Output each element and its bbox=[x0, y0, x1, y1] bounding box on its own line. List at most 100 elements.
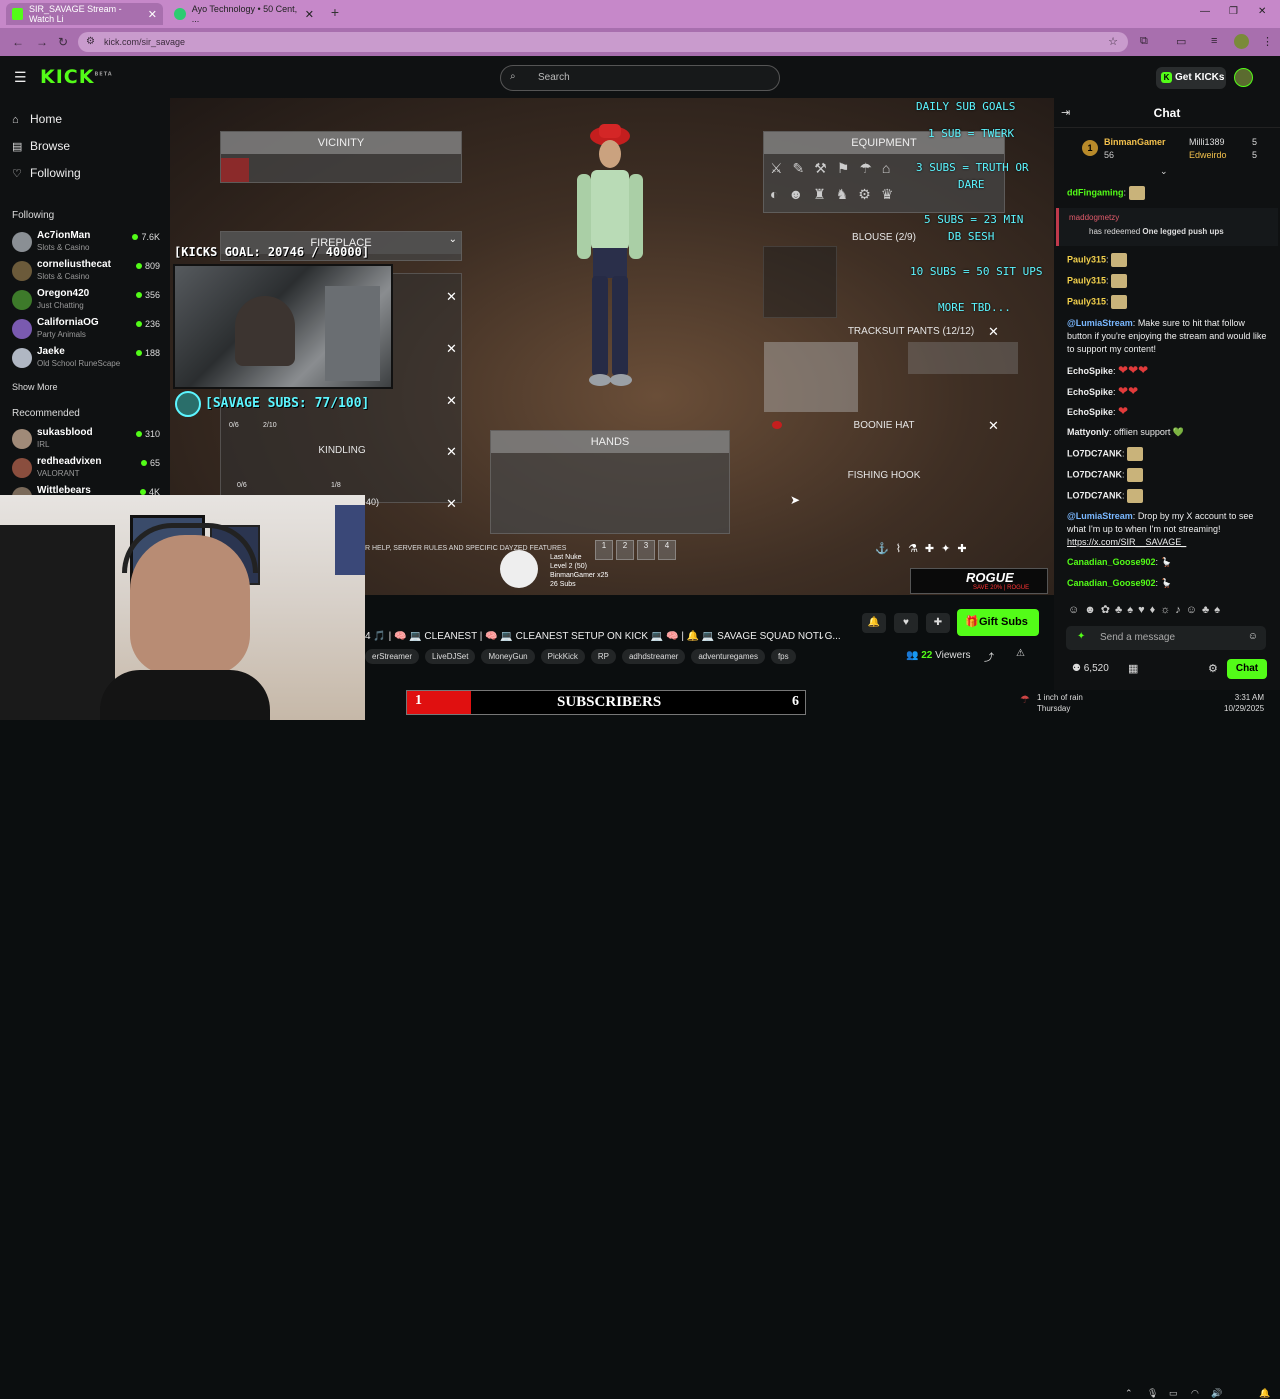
channel-item[interactable]: sukasblood IRL 310 bbox=[12, 427, 160, 453]
wifi-icon[interactable]: ◠ bbox=[1191, 1388, 1199, 1399]
chevron-up-icon[interactable]: ⌃ bbox=[1125, 1388, 1133, 1399]
chat-username[interactable]: Pauly315 bbox=[1067, 254, 1106, 264]
chat-username[interactable]: @LumiaStream bbox=[1067, 511, 1133, 521]
tag[interactable]: MoneyGun bbox=[481, 649, 535, 664]
chat-username[interactable]: @LumiaStream bbox=[1067, 318, 1133, 328]
tag[interactable]: erStreamer bbox=[365, 649, 420, 664]
share-icon[interactable]: ⤴ bbox=[984, 649, 994, 664]
close-tab-icon[interactable]: ✕ bbox=[148, 8, 157, 21]
browser-tab-kick[interactable]: SIR_SAVAGE Stream - Watch Li ✕ bbox=[6, 3, 163, 25]
new-tab-button[interactable]: + bbox=[327, 5, 343, 21]
report-icon[interactable]: ⚠ bbox=[1016, 648, 1025, 659]
chat-message-input[interactable]: ✦ Send a message ☺ bbox=[1066, 626, 1266, 650]
settings-gear-icon[interactable]: ⚙ bbox=[1208, 662, 1218, 675]
viewer-count: 809 bbox=[135, 261, 160, 271]
sub-goal-line: 1 SUB = TWERK bbox=[928, 127, 1015, 140]
forward-icon[interactable]: → bbox=[36, 35, 48, 49]
system-clock[interactable]: 3:31 AM 10/29/2025 bbox=[1224, 692, 1264, 714]
chat-username[interactable]: EchoSpike bbox=[1067, 407, 1113, 417]
chat-username[interactable]: EchoSpike bbox=[1067, 366, 1113, 376]
channel-item[interactable]: CaliforniaOG Party Animals 236 bbox=[12, 317, 160, 343]
cast-icon[interactable]: ▭ bbox=[1176, 35, 1186, 48]
hamburger-menu-icon[interactable]: ☰ bbox=[14, 69, 27, 86]
notifications-bell-button[interactable]: 🔔 bbox=[862, 613, 886, 633]
browser-tab-music[interactable]: Ayo Technology • 50 Cent, ... ✕ bbox=[168, 3, 320, 25]
emote-icon bbox=[1111, 274, 1128, 288]
chat-message: @LumiaStream: Make sure to hit that foll… bbox=[1067, 318, 1267, 354]
nuke-line: BinmanGamer x25 bbox=[550, 572, 609, 579]
send-chat-button[interactable]: Chat bbox=[1227, 659, 1267, 679]
user-avatar[interactable] bbox=[1234, 68, 1253, 87]
chat-title: Chat bbox=[1054, 98, 1280, 128]
channel-item[interactable]: Jaeke Old School RuneScape 188 bbox=[12, 346, 160, 372]
chevron-down-icon[interactable]: ⌄ bbox=[1160, 166, 1168, 177]
sidebar-item-browse[interactable]: ▤ Browse bbox=[12, 139, 70, 153]
chat-username[interactable]: LO7DC7ANK bbox=[1067, 490, 1122, 500]
sidebar-item-following[interactable]: ♡ Following bbox=[12, 166, 81, 180]
tag[interactable]: adhdstreamer bbox=[621, 649, 686, 664]
microphone-icon[interactable]: 🎙 bbox=[1147, 1388, 1158, 1399]
tracksuit-items bbox=[764, 342, 858, 412]
chat-username[interactable]: Mattyonly bbox=[1067, 427, 1109, 437]
get-kicks-button[interactable]: K Get KICKs bbox=[1156, 67, 1226, 89]
channel-item[interactable]: Ac7ionMan Slots & Casino 7.6K bbox=[12, 230, 160, 256]
maximize-icon[interactable]: ❐ bbox=[1229, 6, 1238, 17]
kick-logo[interactable]: KICKBETA bbox=[40, 66, 113, 88]
channel-item[interactable]: Wittlebears 4K bbox=[12, 485, 160, 495]
volume-icon[interactable]: 🔊 bbox=[1211, 1388, 1222, 1399]
chat-username[interactable]: LO7DC7ANK bbox=[1067, 469, 1122, 479]
menu-kebab-icon[interactable]: ⋮ bbox=[1262, 35, 1273, 48]
calendar-icon[interactable]: ▦ bbox=[1128, 662, 1138, 675]
url-field[interactable]: ⚙ kick.com/sir_savage ☆ bbox=[78, 32, 1128, 52]
notification-icon[interactable]: 🔔 bbox=[1259, 1388, 1270, 1399]
emote-icon bbox=[1127, 489, 1144, 503]
profile-avatar-icon[interactable] bbox=[1234, 34, 1249, 49]
hotbar-slot: 3 bbox=[637, 540, 655, 560]
chat-message: LO7DC7ANK: bbox=[1067, 447, 1272, 461]
emoji-icon[interactable]: ☺ bbox=[1248, 631, 1258, 642]
extensions-icon[interactable]: ⧉ bbox=[1140, 35, 1148, 48]
close-tab-icon[interactable]: ✕ bbox=[305, 8, 314, 21]
avatar bbox=[12, 232, 32, 252]
skull-logo-icon bbox=[175, 391, 201, 417]
chat-username[interactable]: Pauly315 bbox=[1067, 275, 1106, 285]
sidebar-item-home[interactable]: ⌂ Home bbox=[12, 112, 62, 126]
bookmark-star-icon[interactable]: ☆ bbox=[1108, 35, 1118, 48]
tag[interactable]: LiveDJSet bbox=[425, 649, 476, 664]
network-icon[interactable]: ▭ bbox=[1169, 1388, 1178, 1399]
savage-subs-overlay: [SAVAGE SUBS: 77/100] bbox=[205, 396, 370, 411]
chat-username[interactable]: Pauly315 bbox=[1067, 296, 1106, 306]
tag[interactable]: PickKick bbox=[540, 649, 585, 664]
chat-username[interactable]: ddFingaming bbox=[1067, 187, 1124, 197]
chat-username[interactable]: EchoSpike bbox=[1067, 387, 1113, 397]
follow-button[interactable]: ♥ bbox=[894, 613, 918, 633]
weather-widget[interactable]: 1 inch of rain Thursday bbox=[1037, 692, 1083, 714]
show-more-link[interactable]: Show More bbox=[12, 382, 58, 392]
channel-category: Slots & Casino bbox=[37, 272, 90, 281]
reload-icon[interactable]: ↻ bbox=[58, 35, 68, 49]
chat-link[interactable]: https://x.com/SIR__SAVAGE_ bbox=[1067, 536, 1272, 549]
clip-button[interactable]: ✚ bbox=[926, 613, 950, 633]
top-gifter-count: 56 bbox=[1104, 150, 1115, 160]
chevron-down-icon[interactable]: ⌄ bbox=[817, 631, 825, 642]
chat-username[interactable]: Canadian_Goose902 bbox=[1067, 578, 1156, 588]
chat-message: LO7DC7ANK: bbox=[1067, 489, 1272, 503]
gift-subs-button[interactable]: 🎁 Gift Subs bbox=[957, 609, 1039, 636]
chat-username[interactable]: Canadian_Goose902 bbox=[1067, 557, 1156, 567]
emote-bar[interactable]: ☺☻✿♣♠♥♦☼♪☺♣♠ bbox=[1068, 603, 1225, 616]
tag[interactable]: RP bbox=[590, 649, 616, 664]
tag[interactable]: adventuregames bbox=[691, 649, 765, 664]
channel-item[interactable]: corneliusthecat Slots & Casino 809 bbox=[12, 259, 160, 285]
chat-username[interactable]: LO7DC7ANK bbox=[1067, 448, 1122, 458]
close-window-icon[interactable]: ✕ bbox=[1258, 6, 1266, 17]
minimize-icon[interactable]: — bbox=[1200, 6, 1210, 17]
search-input[interactable]: ⌕ Search bbox=[500, 65, 780, 91]
tag[interactable]: fps bbox=[770, 649, 796, 664]
site-info-icon[interactable]: ⚙ bbox=[86, 36, 95, 47]
channel-item[interactable]: Oregon420 Just Chatting 356 bbox=[12, 288, 160, 314]
channel-points[interactable]: ⚉ 6,520 bbox=[1072, 663, 1109, 674]
channel-item[interactable]: redheadvixen VALORANT 65 bbox=[12, 456, 160, 482]
channel-category: Old School RuneScape bbox=[37, 359, 121, 368]
back-icon[interactable]: ← bbox=[12, 35, 24, 49]
media-controls-icon[interactable]: ≡ bbox=[1211, 35, 1217, 47]
